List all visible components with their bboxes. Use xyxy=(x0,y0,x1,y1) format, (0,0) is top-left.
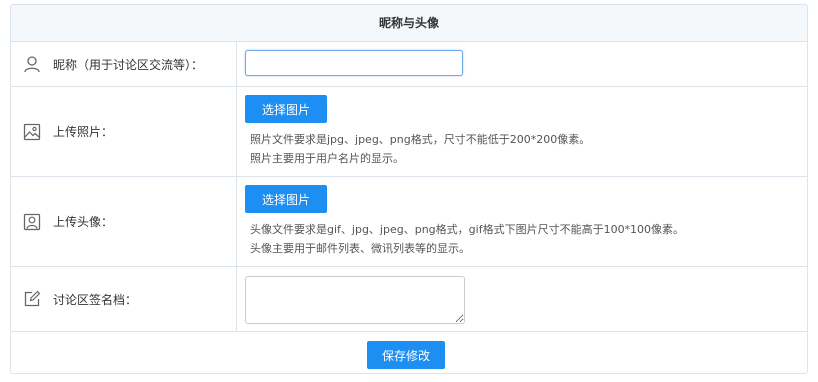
avatar-label: 上传头像： xyxy=(53,215,114,229)
signature-label-cell: 讨论区签名档： xyxy=(11,267,237,331)
photo-row: 上传照片： 选择图片 照片文件要求是jpg、jpeg、png格式，尺寸不能低于2… xyxy=(11,87,807,177)
save-button[interactable]: 保存修改 xyxy=(367,341,445,369)
photo-value-cell: 选择图片 照片文件要求是jpg、jpeg、png格式，尺寸不能低于200*200… xyxy=(237,87,807,176)
panel-title: 昵称与头像 xyxy=(11,5,807,42)
avatar-hint: 头像文件要求是gif、jpg、jpeg、png格式，gif格式下图片尺寸不能高于… xyxy=(250,220,684,258)
signature-textarea[interactable] xyxy=(245,276,465,324)
photo-hint: 照片文件要求是jpg、jpeg、png格式，尺寸不能低于200*200像素。 照… xyxy=(250,130,590,168)
signature-row: 讨论区签名档： xyxy=(11,267,807,332)
signature-label: 讨论区签名档： xyxy=(53,292,138,307)
select-photo-button[interactable]: 选择图片 xyxy=(245,95,327,123)
avatar-hint-line1: 头像文件要求是gif、jpg、jpeg、png格式，gif格式下图片尺寸不能高于… xyxy=(250,223,685,236)
photo-label-cell: 上传照片： xyxy=(11,87,237,176)
nickname-avatar-panel: 昵称与头像 昵称（用于讨论区交流等）： 上传照片： 选择图片 照片文件要求是jp… xyxy=(10,4,808,374)
form-footer: 保存修改 xyxy=(11,332,807,373)
user-icon xyxy=(22,54,42,74)
avatar-row: 上传头像： 选择图片 头像文件要求是gif、jpg、jpeg、png格式，gif… xyxy=(11,177,807,267)
photo-label: 上传照片： xyxy=(53,125,114,139)
signature-value-cell xyxy=(237,267,807,331)
nickname-label-cell: 昵称（用于讨论区交流等）： xyxy=(11,42,237,86)
portrait-icon xyxy=(22,212,42,232)
nickname-input[interactable] xyxy=(245,50,463,76)
avatar-label-cell: 上传头像： xyxy=(11,177,237,266)
image-icon xyxy=(22,122,42,142)
photo-hint-line1: 照片文件要求是jpg、jpeg、png格式，尺寸不能低于200*200像素。 xyxy=(250,133,591,146)
avatar-hint-line2: 头像主要用于邮件列表、微讯列表等的显示。 xyxy=(250,242,470,255)
select-avatar-button[interactable]: 选择图片 xyxy=(245,185,327,213)
photo-hint-line2: 照片主要用于用户名片的显示。 xyxy=(250,152,404,165)
avatar-value-cell: 选择图片 头像文件要求是gif、jpg、jpeg、png格式，gif格式下图片尺… xyxy=(237,177,807,266)
edit-icon xyxy=(22,289,42,309)
nickname-label: 昵称（用于讨论区交流等）： xyxy=(53,57,204,72)
nickname-row: 昵称（用于讨论区交流等）： xyxy=(11,42,807,87)
nickname-value-cell xyxy=(237,42,807,86)
